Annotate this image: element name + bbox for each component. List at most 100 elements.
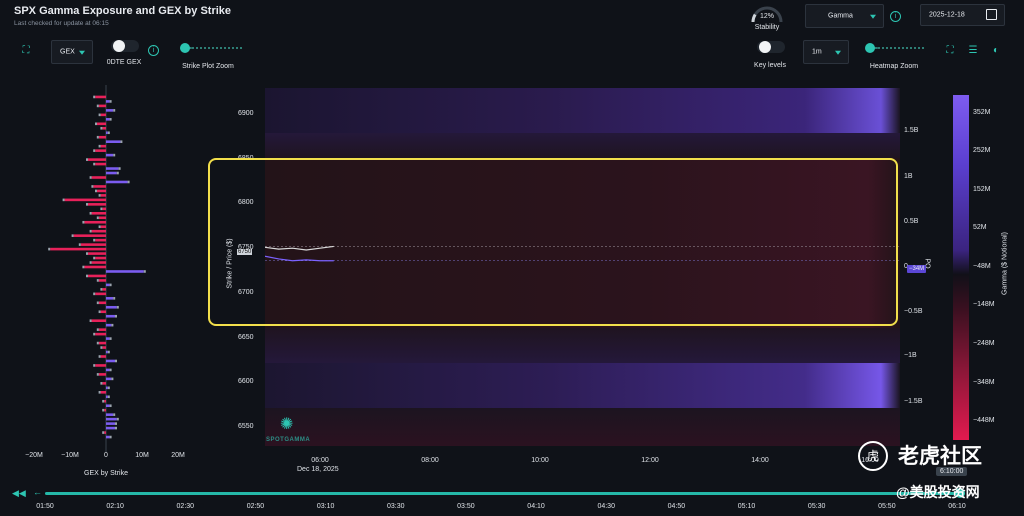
colorbar-label: Gamma ($ Notional): [1001, 231, 1009, 296]
expand-left-icon[interactable]: ⛶: [20, 45, 32, 57]
key-levels-label: Key levels: [754, 62, 786, 69]
gex-bar: [88, 203, 106, 206]
colorbar-tick: 252M: [973, 147, 991, 154]
time-tick: 06:00: [311, 457, 329, 464]
gex-bar-cap: [86, 252, 88, 255]
right-axis-marker: −34M: [907, 265, 927, 273]
gex-bar: [100, 144, 106, 148]
gex-bar: [106, 171, 117, 175]
info-icon[interactable]: i: [148, 45, 159, 56]
gex-bar: [106, 337, 110, 340]
gex-bar-cap: [116, 305, 119, 309]
gex-bar-cap: [96, 341, 99, 345]
settings-sliders-icon[interactable]: ☰: [967, 45, 979, 57]
gex-bar: [102, 382, 106, 385]
timeline-tick: 04:50: [667, 503, 686, 510]
gex-bar: [98, 373, 106, 376]
strike-tick: 6900: [238, 109, 254, 117]
gex-bar: [106, 417, 117, 421]
heatmap-zoom-slider[interactable]: [865, 43, 875, 53]
gex-bar: [106, 153, 114, 157]
gex-bar: [73, 234, 106, 237]
gex-bar-cap: [98, 391, 101, 394]
strike-zoom-slider[interactable]: [180, 43, 190, 53]
rewind-icon[interactable]: ◀◀: [12, 488, 26, 499]
gex-bar: [64, 198, 106, 202]
gex-bar: [100, 194, 106, 197]
gamma-select[interactable]: Gamma: [805, 4, 884, 28]
timeline-tick: 05:50: [878, 503, 896, 510]
date-value: 2025-12-18: [929, 11, 965, 19]
gex-bar-cap: [98, 144, 101, 148]
expand-right-icon[interactable]: ⛶: [944, 45, 956, 57]
gex-select[interactable]: GEX: [51, 40, 93, 64]
gex-bar: [106, 270, 144, 273]
colorbar-tick: −48M: [973, 263, 991, 270]
strike-tick: 6600: [238, 378, 254, 386]
interval-select[interactable]: 1m: [803, 40, 849, 64]
gex-bar-cap: [115, 359, 117, 363]
gex-bar-cap: [62, 198, 65, 202]
contrast-icon[interactable]: ◐: [990, 45, 1002, 57]
gex-bar-cap: [48, 247, 51, 251]
timeline-track[interactable]: [45, 492, 965, 495]
gex-bar: [95, 238, 106, 242]
gex-bar-cap: [120, 140, 123, 143]
timeline-tick: 05:10: [737, 503, 756, 510]
timeline-tick: 03:30: [387, 503, 405, 510]
gex-bar: [106, 131, 108, 135]
heatmap-zoom-track-rest: [878, 47, 926, 49]
gex-bar-cap: [115, 426, 117, 430]
colorbar-tick: 352M: [973, 109, 991, 116]
gex-bar-cap: [93, 256, 96, 260]
key-levels-toggle[interactable]: [757, 41, 785, 53]
colorbar-tick: −248M: [973, 340, 995, 347]
right-axis-tick: −1.5B: [904, 398, 923, 405]
gex-bar: [88, 252, 106, 255]
gex-bar: [95, 256, 106, 260]
back-arrow-icon[interactable]: ←: [33, 487, 42, 497]
gex-bar: [98, 104, 106, 108]
colorbar-tick: −448M: [973, 417, 995, 424]
gex-bar: [106, 180, 128, 184]
gex-bar: [50, 247, 106, 251]
gex-bar-cap: [96, 279, 99, 282]
gex-bar-cap: [86, 158, 88, 161]
gex-select-value: GEX: [60, 48, 75, 56]
time-axis-date: Dec 18, 2025: [297, 466, 339, 473]
timeline-tick: 03:10: [316, 503, 335, 510]
gex-bar-cap: [107, 395, 110, 399]
chevron-down-icon: [835, 50, 841, 55]
stability-value: 12%: [759, 13, 774, 20]
gex-bar: [95, 149, 106, 152]
gex-bar-cap: [100, 207, 103, 211]
gex-bar-cap: [111, 323, 114, 327]
gex-bar-cap: [115, 422, 117, 425]
gex-bar-cap: [95, 189, 97, 193]
gex-bar: [106, 426, 115, 430]
gex-bar-cap: [93, 332, 96, 336]
gex-bar: [106, 435, 110, 439]
gex-bar: [102, 207, 106, 211]
gex-bar-cap: [113, 297, 116, 300]
gex-bar-cap: [95, 122, 97, 126]
gex-bar: [106, 109, 114, 112]
time-tick: 14:00: [751, 457, 769, 464]
gex-bar: [106, 350, 108, 354]
gex-bar-cap: [111, 377, 114, 381]
gex-bar: [98, 301, 106, 305]
gex-bar: [91, 229, 106, 233]
right-axis-tick: 0.5B: [904, 218, 919, 225]
gex-bar: [84, 265, 106, 269]
gex-bar: [106, 283, 110, 287]
info-icon[interactable]: i: [890, 11, 901, 22]
gex-bar: [80, 243, 106, 246]
gex-bar: [88, 274, 106, 278]
gex-bar-cap: [113, 413, 116, 416]
odte-gex-toggle[interactable]: [111, 40, 139, 52]
gex-bar-cap: [93, 162, 96, 166]
gex-bar-cap: [89, 176, 92, 179]
gex-bar: [106, 305, 117, 309]
date-picker[interactable]: 2025-12-18: [920, 4, 1005, 26]
gex-bar: [95, 332, 106, 336]
